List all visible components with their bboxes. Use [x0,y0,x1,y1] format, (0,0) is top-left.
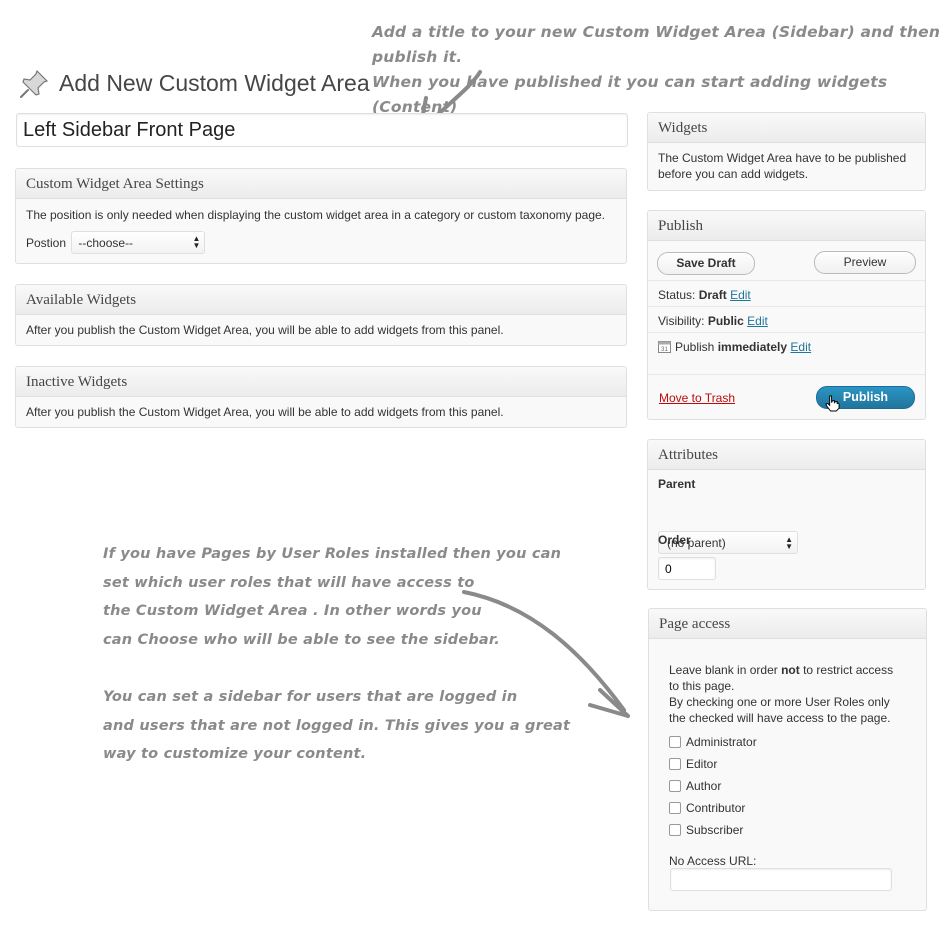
calendar-icon: 31 [658,341,671,353]
checkbox[interactable] [669,802,681,814]
widgets-box-text-2: before you can add widgets. [658,167,809,181]
checkbox[interactable] [669,736,681,748]
bottom-annotation: If you have Pages by User Roles installe… [103,546,571,763]
widgets-box-heading: Widgets [648,113,925,143]
no-access-url-label: No Access URL: [669,854,757,868]
page-access-heading: Page access [649,609,926,639]
schedule-value: immediately [717,340,788,354]
role-contributor[interactable]: Contributor [669,801,745,815]
available-widgets-box: Available Widgets After you publish the … [15,284,627,346]
position-select[interactable]: --choose-- ▲ ▼ [71,231,206,254]
available-widgets-heading: Available Widgets [16,285,626,315]
page-access-box: Page access Leave blank in order not to … [648,608,927,911]
move-to-trash-link[interactable]: Move to Trash [659,391,735,405]
order-label: Order [658,533,691,547]
no-access-url-input[interactable] [670,868,892,891]
settings-box: Custom Widget Area Settings The position… [15,168,627,264]
settings-box-heading: Custom Widget Area Settings [16,169,626,199]
inactive-widgets-text: After you publish the Custom Widget Area… [26,405,504,419]
title-input[interactable] [16,113,628,147]
checkbox[interactable] [669,824,681,836]
status-row: Status: Draft Edit [658,288,751,302]
position-select-value: --choose-- [71,231,206,254]
position-label: Postion [26,236,67,250]
save-draft-button[interactable]: Save Draft [657,252,755,275]
widgets-box: Widgets The Custom Widget Area have to b… [647,112,926,191]
role-editor[interactable]: Editor [669,757,717,771]
hand-cursor-icon [825,395,840,412]
order-input[interactable] [658,557,716,580]
page-title: Add New Custom Widget Area [59,70,370,96]
status-value: Draft [698,288,727,302]
available-widgets-text: After you publish the Custom Widget Area… [26,323,504,337]
checkbox[interactable] [669,758,681,770]
attributes-box: Attributes Parent (no parent) ▲ ▼ Order [647,439,926,590]
publish-box-heading: Publish [648,211,925,241]
schedule-row: 31 Publish immediately Edit [658,340,811,354]
visibility-value: Public [707,314,744,328]
inactive-widgets-box: Inactive Widgets After you publish the C… [15,366,627,428]
visibility-row: Visibility: Public Edit [658,314,768,328]
pushpin-icon [20,69,49,98]
preview-button[interactable]: Preview [814,251,916,274]
settings-description: The position is only needed when display… [26,208,605,222]
status-edit-link[interactable]: Edit [730,288,751,302]
role-administrator[interactable]: Administrator [669,735,757,749]
schedule-edit-link[interactable]: Edit [790,340,811,354]
attributes-box-heading: Attributes [648,440,925,470]
inactive-widgets-heading: Inactive Widgets [16,367,626,397]
parent-label: Parent [658,477,696,491]
role-author[interactable]: Author [669,779,721,793]
widgets-box-text-1: The Custom Widget Area have to be publis… [658,151,907,165]
top-annotation: Add a title to your new Custom Widget Ar… [372,23,941,116]
visibility-edit-link[interactable]: Edit [747,314,768,328]
publish-box: Publish Save Draft Preview Status: Draft… [647,210,926,420]
page-access-intro: Leave blank in order not to restrict acc… [669,663,894,725]
svg-text:31: 31 [661,347,668,353]
role-subscriber[interactable]: Subscriber [669,823,743,837]
checkbox[interactable] [669,780,681,792]
